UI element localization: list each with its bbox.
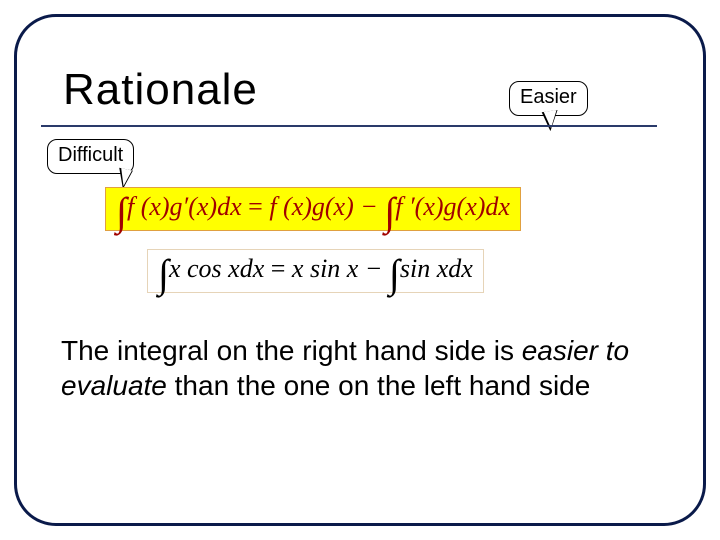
body-text: The integral on the right hand side is e… <box>61 333 661 403</box>
eq2-lhs: x cos xdx <box>169 254 264 283</box>
eq2-equals: = <box>264 254 292 283</box>
integral-sign-icon: ∫ <box>389 262 400 286</box>
eq1-rhs2: f ′(x)g(x)dx <box>395 192 510 221</box>
integral-sign-icon: ∫ <box>116 200 127 224</box>
equation-example: ∫x cos xdx = x sin x − ∫sin xdx <box>147 249 484 293</box>
body-line1: The integral on the right hand side is <box>61 335 522 366</box>
slide-frame: Rationale Easier Difficult ∫f (x)g′(x)dx… <box>14 14 706 526</box>
eq2-rhs2: sin xdx <box>400 254 473 283</box>
integral-sign-icon: ∫ <box>158 262 169 286</box>
slide-title: Rationale <box>63 65 258 115</box>
eq1-equals: = <box>242 192 270 221</box>
callout-easier-tail <box>542 110 561 132</box>
integral-sign-icon: ∫ <box>384 200 395 224</box>
eq1-lhs: f (x)g′(x)dx <box>127 192 242 221</box>
body-line2: than the one on the left hand side <box>167 370 590 401</box>
title-underline <box>41 125 657 127</box>
equation-general: ∫f (x)g′(x)dx = f (x)g(x) − ∫f ′(x)g(x)d… <box>105 187 521 231</box>
eq2-rhs1: x sin x − <box>292 254 389 283</box>
eq1-rhs1: f (x)g(x) − <box>269 192 384 221</box>
